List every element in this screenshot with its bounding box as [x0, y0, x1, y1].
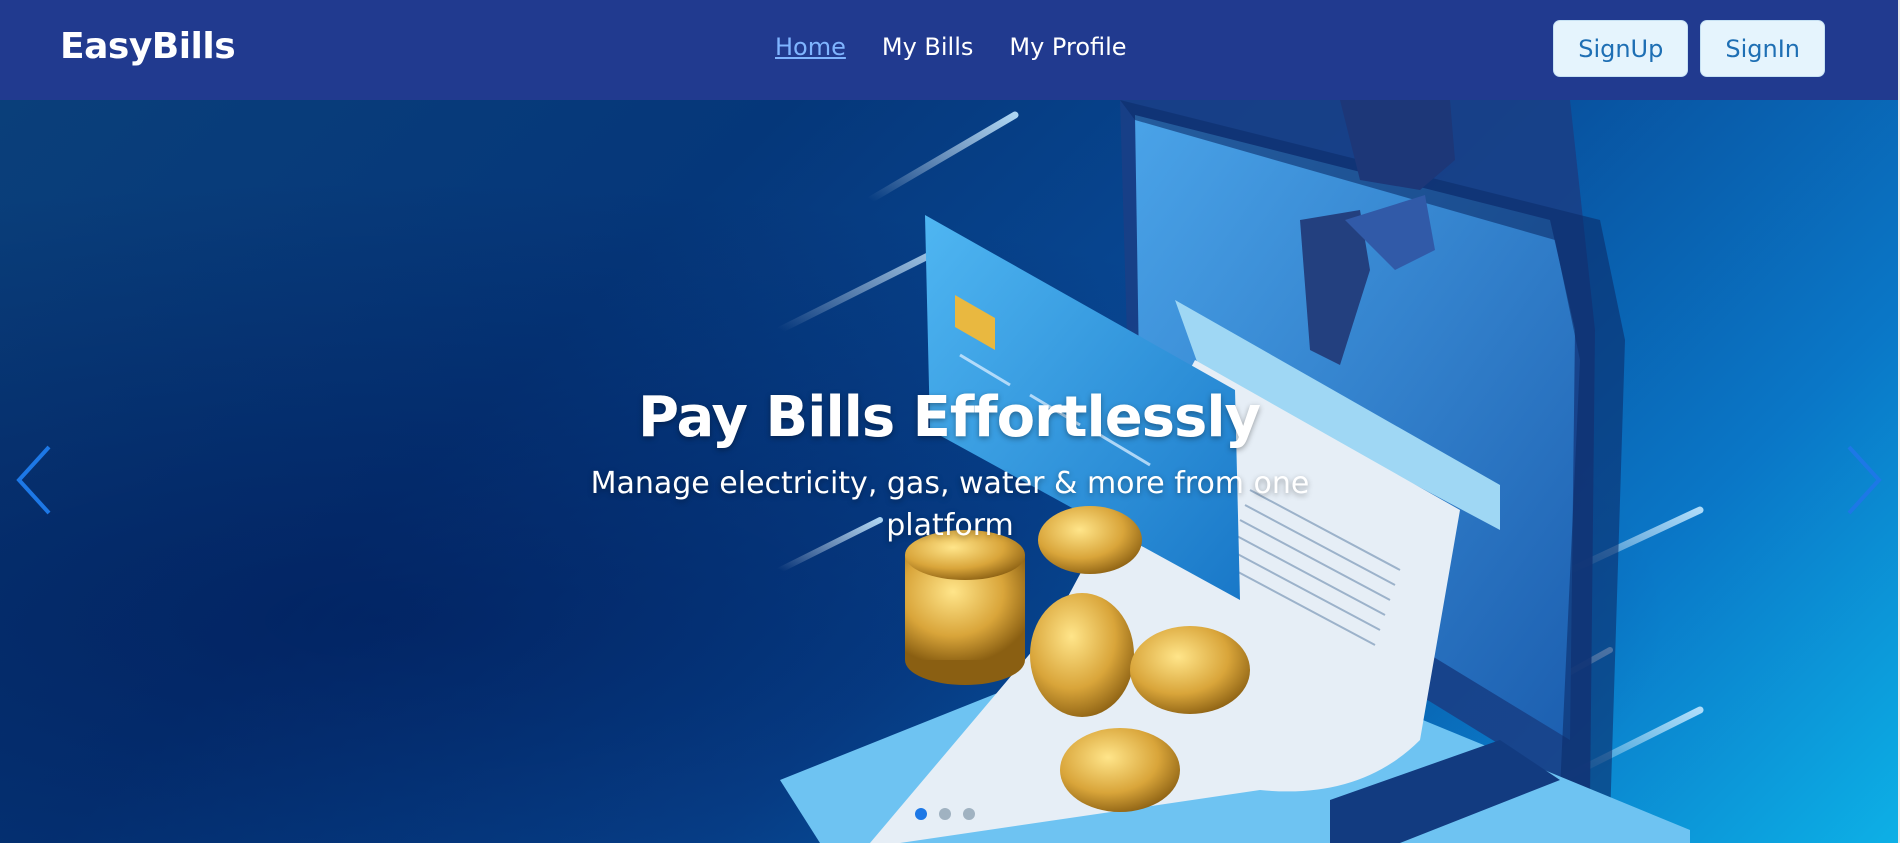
carousel-indicator-3[interactable]: [963, 808, 975, 820]
hero-title: Pay Bills Effortlessly: [637, 385, 1261, 450]
nav-links: Home My Bills My Profile: [775, 33, 1127, 61]
carousel-indicator-1[interactable]: [915, 808, 927, 820]
nav-link-my-bills[interactable]: My Bills: [882, 33, 974, 61]
carousel-indicators: [915, 808, 975, 820]
hero-content: Pay Bills Effortlessly Manage electricit…: [0, 100, 1898, 843]
brand-logo[interactable]: EasyBills: [60, 26, 236, 67]
chevron-right-icon: [1847, 445, 1882, 515]
nav-link-my-profile[interactable]: My Profile: [1009, 33, 1126, 61]
chevron-left-icon: [16, 445, 51, 515]
page: EasyBills Home My Bills My Profile SignU…: [0, 0, 1900, 843]
carousel-prev-button[interactable]: [5, 435, 65, 525]
carousel-next-button[interactable]: [1833, 435, 1893, 525]
carousel-indicator-2[interactable]: [939, 808, 951, 820]
signin-button[interactable]: SignIn: [1700, 20, 1825, 77]
hero-carousel: Pay Bills Effortlessly Manage electricit…: [0, 100, 1898, 843]
signup-button[interactable]: SignUp: [1553, 20, 1689, 77]
navbar: EasyBills Home My Bills My Profile SignU…: [0, 0, 1898, 100]
auth-buttons: SignUp SignIn: [1553, 20, 1825, 77]
hero-subtitle: Manage electricity, gas, water & more fr…: [590, 466, 1310, 543]
nav-link-home[interactable]: Home: [775, 33, 846, 61]
